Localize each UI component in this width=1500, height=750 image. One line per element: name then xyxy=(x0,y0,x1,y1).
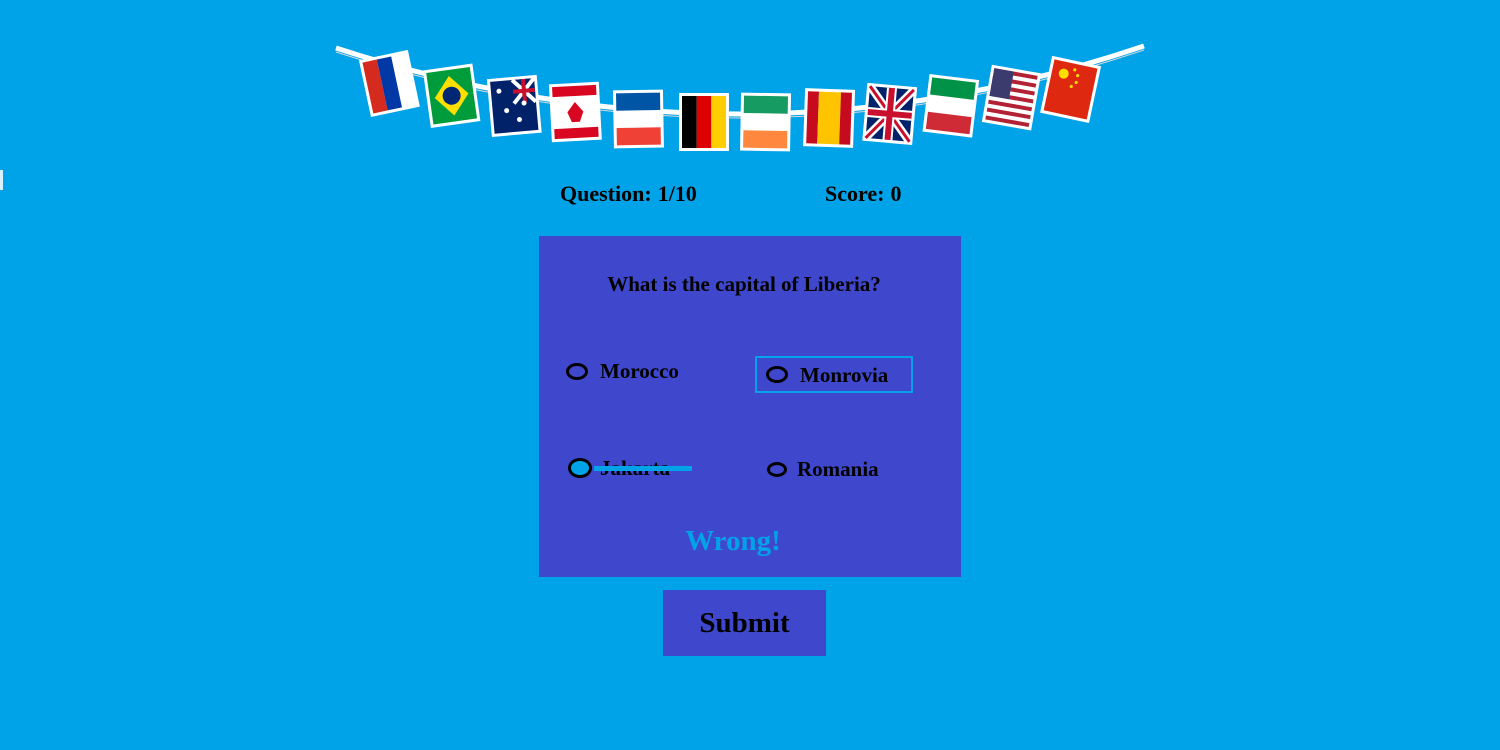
radio-button-selected[interactable] xyxy=(568,458,592,478)
germany-flag-icon xyxy=(679,93,729,151)
radio-button[interactable] xyxy=(566,362,588,380)
answer-option-morocco[interactable]: Morocco xyxy=(566,357,679,385)
score-label: Score: xyxy=(825,181,885,206)
question-label: Question: xyxy=(560,181,652,206)
china-flag-icon xyxy=(1040,55,1102,123)
canada-flag-icon xyxy=(548,81,602,143)
france-flag-icon xyxy=(612,89,664,149)
score-value: 0 xyxy=(890,181,902,206)
australia-flag-icon xyxy=(486,74,542,137)
quiz-panel: What is the capital of Liberia? Morocco … xyxy=(539,236,961,577)
united-kingdom-flag-icon xyxy=(862,82,918,145)
feedback-message: Wrong! xyxy=(685,525,781,557)
usa-flag-icon xyxy=(981,64,1042,131)
italy-flag-icon xyxy=(922,73,980,138)
brazil-flag-icon xyxy=(422,63,481,128)
russia-flag-icon xyxy=(358,49,420,117)
flag-bunting xyxy=(335,43,1145,152)
question-text: What is the capital of Liberia? xyxy=(607,272,881,296)
question-counter: Question: 1/10 xyxy=(560,180,697,208)
edge-mark xyxy=(0,170,3,190)
option-label-struck: Jakarta xyxy=(594,454,692,482)
answer-option-jakarta[interactable]: Jakarta xyxy=(568,454,692,482)
spain-flag-icon xyxy=(803,88,856,148)
answer-option-romania[interactable]: Romania xyxy=(767,455,879,483)
option-label: Morocco xyxy=(600,359,679,383)
option-label: Monrovia xyxy=(800,362,889,387)
score-counter: Score: 0 xyxy=(825,180,901,208)
radio-button[interactable] xyxy=(766,366,788,383)
radio-button[interactable] xyxy=(767,461,787,477)
strikethrough-mark xyxy=(594,466,692,471)
answer-option-monrovia[interactable]: Monrovia xyxy=(755,356,913,393)
question-value: 1/10 xyxy=(657,181,697,206)
ireland-flag-icon xyxy=(740,92,792,152)
option-label: Romania xyxy=(797,457,879,481)
submit-button[interactable]: Submit xyxy=(663,590,826,656)
